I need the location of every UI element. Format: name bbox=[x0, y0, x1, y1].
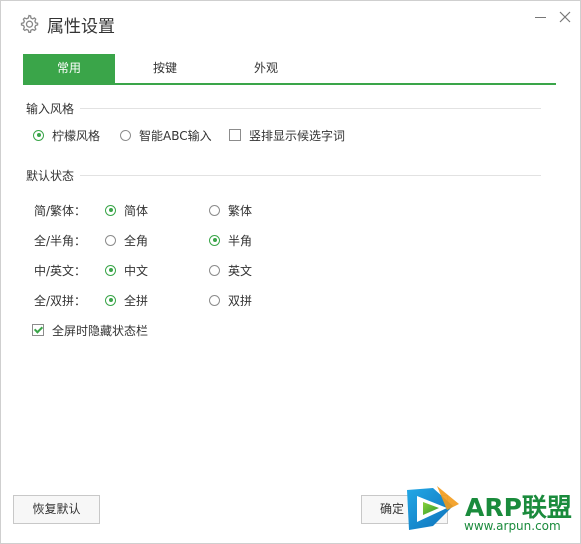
radio-indicator bbox=[105, 204, 116, 216]
radio-indicator bbox=[105, 264, 116, 276]
radio-simplified[interactable]: 简体 bbox=[105, 201, 148, 219]
row-label-simplified-traditional: 简/繁体： bbox=[34, 204, 87, 218]
divider bbox=[80, 175, 541, 176]
radio-indicator bbox=[209, 234, 220, 246]
close-button[interactable] bbox=[554, 7, 576, 27]
tab-bar: 常用 按键 外观 bbox=[23, 54, 556, 85]
radio-smart-abc[interactable]: 智能ABC输入 bbox=[120, 126, 212, 144]
radio-double-pinyin[interactable]: 双拼 bbox=[209, 291, 252, 309]
row-label-full-double-pinyin: 全/双拼： bbox=[34, 294, 87, 308]
minimize-button[interactable] bbox=[529, 9, 551, 27]
tab-appearance[interactable]: 外观 bbox=[220, 54, 312, 83]
row-label-full-half-width: 全/半角： bbox=[34, 234, 87, 248]
properties-dialog: 属性设置 常用 按键 外观 输入风格 柠檬风格 智能ABC输入 竖排显示候选字词… bbox=[0, 0, 581, 544]
radio-label: 半角 bbox=[228, 233, 253, 248]
title-bar: 属性设置 bbox=[1, 1, 580, 47]
radio-label: 中文 bbox=[124, 263, 149, 278]
row-label-chinese-english: 中/英文： bbox=[34, 264, 87, 278]
radio-indicator bbox=[209, 264, 220, 276]
checkbox-label: 全屏时隐藏状态栏 bbox=[52, 323, 149, 338]
radio-label: 柠檬风格 bbox=[52, 128, 101, 143]
radio-chinese[interactable]: 中文 bbox=[105, 261, 148, 279]
radio-label: 双拼 bbox=[228, 293, 253, 308]
radio-label: 全角 bbox=[124, 233, 149, 248]
radio-indicator bbox=[209, 204, 220, 216]
radio-indicator bbox=[209, 294, 220, 306]
radio-english[interactable]: 英文 bbox=[209, 261, 252, 279]
radio-half-width[interactable]: 半角 bbox=[209, 231, 252, 249]
radio-indicator bbox=[105, 234, 116, 246]
radio-label: 全拼 bbox=[124, 293, 149, 308]
divider bbox=[80, 108, 541, 109]
input-style-title: 输入风格 bbox=[26, 102, 75, 116]
restore-default-button[interactable]: 恢复默认 bbox=[13, 495, 100, 524]
radio-label: 智能ABC输入 bbox=[139, 128, 212, 143]
radio-label: 繁体 bbox=[228, 203, 253, 218]
radio-indicator bbox=[120, 129, 131, 141]
checkbox-hide-status-bar[interactable]: 全屏时隐藏状态栏 bbox=[32, 321, 148, 339]
close-icon bbox=[559, 11, 571, 23]
default-state-title: 默认状态 bbox=[26, 169, 75, 183]
radio-label: 简体 bbox=[124, 203, 149, 218]
gear-icon bbox=[19, 14, 39, 34]
radio-full-width[interactable]: 全角 bbox=[105, 231, 148, 249]
watermark-url: www.arpun.com bbox=[464, 519, 561, 533]
checkbox-indicator bbox=[32, 324, 44, 336]
window-title: 属性设置 bbox=[47, 17, 115, 37]
radio-indicator bbox=[105, 294, 116, 306]
checkbox-label: 竖排显示候选字词 bbox=[249, 128, 346, 143]
checkbox-indicator bbox=[229, 129, 241, 141]
radio-lemon-style[interactable]: 柠檬风格 bbox=[33, 126, 100, 144]
radio-indicator bbox=[33, 129, 44, 141]
checkbox-vertical-candidates[interactable]: 竖排显示候选字词 bbox=[229, 126, 345, 144]
tab-keys[interactable]: 按键 bbox=[119, 54, 211, 83]
tab-general[interactable]: 常用 bbox=[23, 54, 115, 83]
radio-full-pinyin[interactable]: 全拼 bbox=[105, 291, 148, 309]
radio-traditional[interactable]: 繁体 bbox=[209, 201, 252, 219]
radio-label: 英文 bbox=[228, 263, 253, 278]
